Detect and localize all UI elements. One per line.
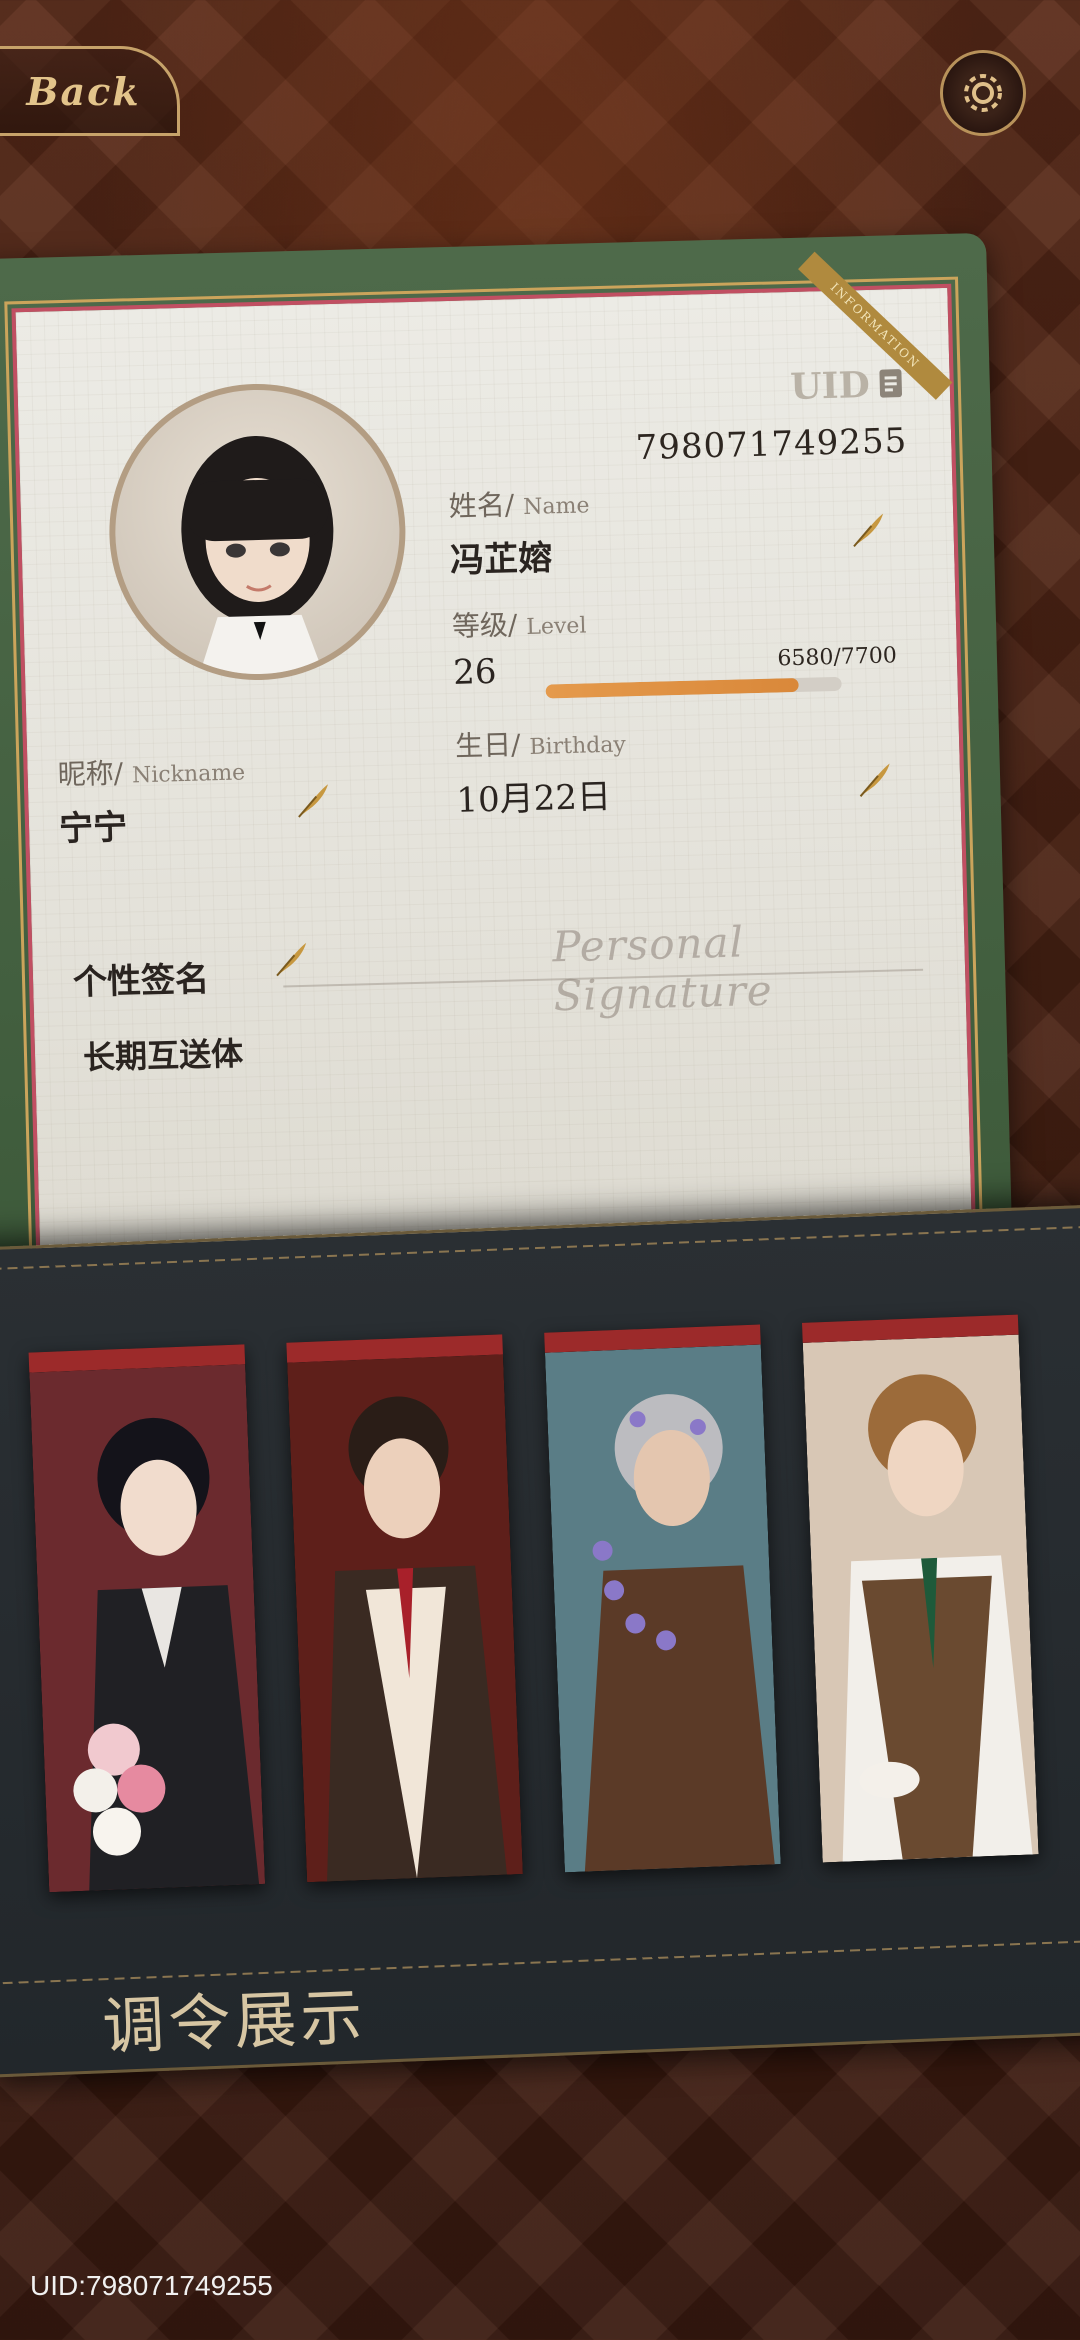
gear-icon <box>964 74 1002 112</box>
character-portrait-2 <box>287 1354 523 1883</box>
footer-uid: UID:798071749255 <box>30 2270 273 2301</box>
nickname-field: 昵称/ Nickname 宁宁 <box>57 748 247 850</box>
character-portrait-1 <box>29 1364 266 1893</box>
name-label: 姓名/ <box>448 488 515 523</box>
back-button[interactable]: Back <box>0 46 180 136</box>
name-value: 冯芷嫆 <box>449 538 553 581</box>
edit-signature-quill-icon[interactable] <box>270 939 311 980</box>
uid-label: UID <box>789 363 871 408</box>
level-progress-bar <box>545 676 842 699</box>
avatar[interactable] <box>105 380 410 684</box>
birthday-label-en: Birthday <box>529 732 627 760</box>
character-portrait-3 <box>544 1344 781 1873</box>
level-label: 等级/ <box>451 608 518 643</box>
showcase-panel: 调令展示 <box>0 1204 1080 2078</box>
signature-deco-text: Personal Signature <box>551 917 774 1021</box>
level-field: 等级/ Level 26 <box>451 601 588 693</box>
name-label-en: Name <box>522 493 590 521</box>
uid-value: 798071749255 <box>635 420 908 469</box>
level-exp: 6580/7700 <box>777 643 898 672</box>
back-label: Back <box>26 68 141 114</box>
showcase-title: 调令展示 <box>101 1980 368 2064</box>
avatar-portrait <box>181 436 334 676</box>
signature-value: 长期互送体 <box>82 1034 244 1077</box>
level-label-en: Level <box>526 613 587 640</box>
birthday-value: 10月22日 <box>455 776 612 821</box>
uid-header: UID <box>790 363 907 408</box>
name-field: 姓名/ Name 冯芷嫆 <box>448 481 591 582</box>
character-portrait-4 <box>802 1334 1039 1863</box>
nickname-label-en: Nickname <box>131 760 246 789</box>
edit-birthday-quill-icon[interactable] <box>854 759 895 800</box>
profile-sheet: INFORMATION UID 798071749255 姓名/ Name 冯芷… <box>4 251 985 1326</box>
character-card-3[interactable] <box>544 1324 781 1873</box>
edit-nickname-quill-icon[interactable] <box>292 780 333 821</box>
nickname-label: 昵称/ <box>57 756 124 792</box>
character-card-2[interactable] <box>286 1334 523 1883</box>
birthday-field: 生日/ Birthday 10月22日 <box>455 720 628 821</box>
nickname-value: 宁宁 <box>58 807 128 850</box>
character-card-1[interactable] <box>28 1344 266 1893</box>
character-card-4[interactable] <box>801 1314 1039 1863</box>
edit-name-quill-icon[interactable] <box>847 510 888 551</box>
settings-button[interactable] <box>940 50 1026 136</box>
profile-card: INFORMATION UID 798071749255 姓名/ Name 冯芷… <box>0 232 1014 1330</box>
signature-label: 个性签名 <box>72 959 210 1003</box>
copy-icon[interactable] <box>875 367 906 402</box>
birthday-label: 生日/ <box>454 728 521 763</box>
